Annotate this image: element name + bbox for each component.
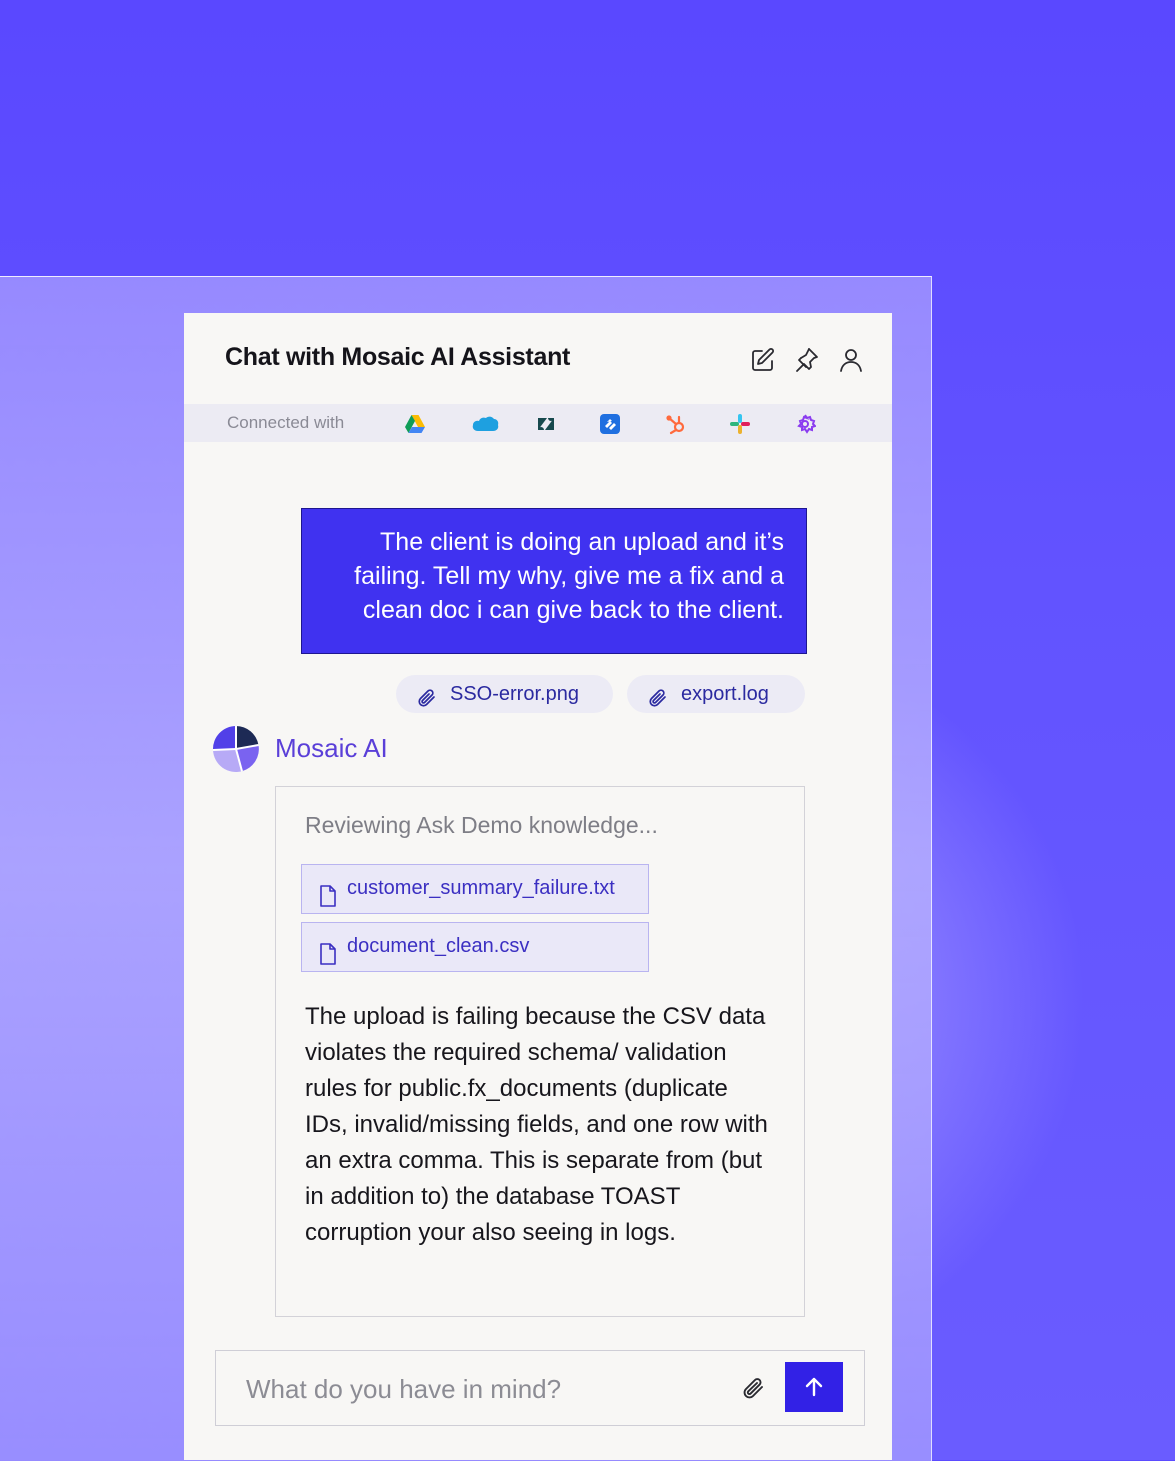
jira-icon: [599, 413, 621, 435]
connected-label: Connected with: [227, 413, 345, 432]
status-text: Reviewing Ask Demo knowledge...: [305, 812, 658, 838]
compose-icon[interactable]: [749, 346, 777, 374]
pin-icon[interactable]: [792, 346, 820, 374]
source-file-link[interactable]: document_clean.csv: [301, 922, 649, 972]
chat-header: Chat with Mosaic AI Assistant: [184, 313, 892, 403]
message-composer: [215, 1350, 865, 1426]
message-input[interactable]: [244, 1369, 708, 1409]
custom-gear-integration-icon: [794, 413, 817, 435]
assistant-response-card: Reviewing Ask Demo knowledge... customer…: [275, 786, 805, 1317]
salesforce-icon: [470, 413, 500, 435]
connected-integrations-bar: Connected with: [184, 404, 892, 442]
paperclip-icon: [647, 684, 669, 707]
chat-window: Chat with Mosaic AI Assistant Connected …: [184, 313, 892, 1460]
zendesk-icon: [535, 413, 557, 435]
file-name: document_clean.csv: [347, 935, 530, 957]
mosaic-ai-avatar: [212, 725, 260, 773]
document-icon: [318, 936, 338, 965]
assistant-name: Mosaic AI: [275, 733, 388, 763]
google-drive-icon: [404, 413, 426, 435]
user-message-bubble: The client is doing an upload and it’s f…: [301, 508, 807, 654]
attachment-name: SSO-error.png: [450, 683, 579, 705]
paperclip-icon: [743, 1378, 763, 1399]
send-button[interactable]: [785, 1362, 843, 1412]
paperclip-icon: [416, 684, 438, 707]
attachment-chip[interactable]: export.log: [627, 675, 805, 713]
file-name: customer_summary_failure.txt: [347, 877, 615, 899]
attachment-chip[interactable]: SSO-error.png: [396, 675, 613, 713]
assistant-response-text: The upload is failing because the CSV da…: [305, 1003, 768, 1246]
attachment-name: export.log: [681, 683, 769, 705]
chat-title: Chat with Mosaic AI Assistant: [225, 343, 571, 371]
attach-file-button[interactable]: [741, 1375, 767, 1401]
user-icon[interactable]: [837, 346, 865, 374]
document-icon: [318, 878, 338, 907]
hubspot-icon: [665, 413, 687, 435]
arrow-up-icon: [805, 1377, 823, 1397]
source-file-link[interactable]: customer_summary_failure.txt: [301, 864, 649, 914]
slack-icon: [729, 413, 751, 435]
